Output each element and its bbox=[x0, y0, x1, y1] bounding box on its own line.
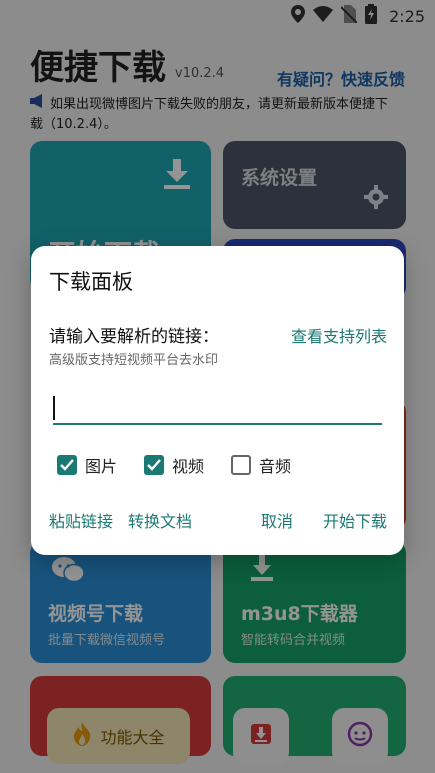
option-audio[interactable]: 音频 bbox=[231, 453, 291, 477]
option-image[interactable]: 图片 bbox=[57, 453, 117, 477]
option-video-label: 视频 bbox=[172, 457, 205, 476]
link-prompt-label: 请输入要解析的链接： bbox=[49, 327, 219, 347]
text-caret bbox=[53, 396, 55, 420]
support-list-link[interactable]: 查看支持列表 bbox=[291, 323, 387, 347]
convert-doc-button[interactable]: 转换文档 bbox=[128, 508, 192, 532]
option-image-label: 图片 bbox=[85, 457, 118, 476]
option-video[interactable]: 视频 bbox=[144, 453, 204, 477]
link-input[interactable] bbox=[53, 391, 382, 425]
watermark-hint: 高级版支持短视频平台去水印 bbox=[49, 353, 219, 368]
option-audio-label: 音频 bbox=[259, 457, 292, 476]
checkbox-checked-icon[interactable] bbox=[57, 455, 77, 475]
checkbox-checked-icon[interactable] bbox=[144, 455, 164, 475]
checkbox-unchecked-icon[interactable] bbox=[231, 455, 251, 475]
dialog-title: 下载面板 bbox=[49, 270, 133, 294]
download-panel-dialog: 下载面板 请输入要解析的链接： 查看支持列表 高级版支持短视频平台去水印 图片 … bbox=[31, 246, 404, 555]
cancel-button[interactable]: 取消 bbox=[261, 508, 293, 532]
paste-link-button[interactable]: 粘贴链接 bbox=[49, 508, 113, 532]
start-download-button[interactable]: 开始下载 bbox=[323, 508, 387, 532]
